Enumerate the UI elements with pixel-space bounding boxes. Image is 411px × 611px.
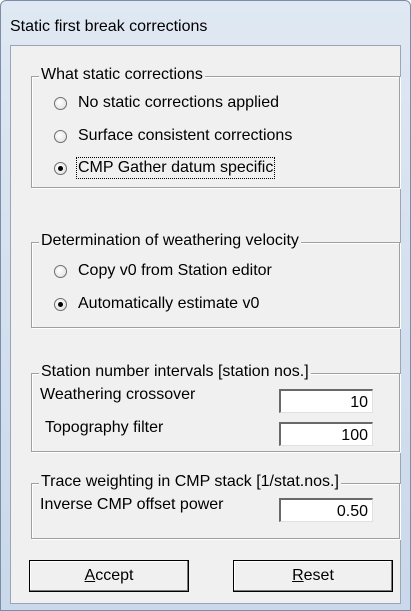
radio-button-checked-icon[interactable]	[54, 297, 67, 311]
radio-surface-consistent[interactable]: Surface consistent corrections	[54, 126, 292, 146]
radio-label: Surface consistent corrections	[78, 127, 293, 144]
inverse-offset-power-input[interactable]: 0.50	[279, 498, 373, 522]
radio-button-icon[interactable]	[54, 264, 67, 278]
accept-label: ccept	[95, 567, 134, 584]
radio-cmp-gather[interactable]: CMP Gather datum specific	[54, 157, 276, 179]
accept-mnemonic: A	[84, 567, 96, 584]
accept-button[interactable]: Accept	[29, 560, 189, 592]
window-title: Static first break corrections	[10, 18, 208, 35]
title-bar[interactable]: Static first break corrections	[1, 1, 410, 35]
weathering-velocity-legend: Determination of weathering velocity	[39, 232, 301, 250]
station-intervals-legend: Station number intervals [station nos.]	[39, 363, 311, 381]
radio-copy-v0[interactable]: Copy v0 from Station editor	[54, 261, 272, 281]
inverse-offset-power-label: Inverse CMP offset power	[40, 496, 224, 513]
station-intervals-group: Station number intervals [station nos.] …	[31, 363, 400, 452]
radio-no-static[interactable]: No static corrections applied	[54, 93, 279, 113]
reset-label: eset	[303, 567, 334, 584]
radio-button-icon[interactable]	[54, 129, 67, 143]
radio-label: No static corrections applied	[78, 94, 279, 111]
trace-weighting-group: Trace weighting in CMP stack [1/stat.nos…	[31, 473, 400, 539]
dialog-client-area: What static corrections No static correc…	[10, 45, 401, 604]
radio-auto-estimate[interactable]: Automatically estimate v0	[54, 294, 259, 314]
topography-filter-input[interactable]: 100	[279, 422, 373, 446]
radio-label: CMP Gather datum specific	[75, 157, 276, 179]
weathering-velocity-group: Determination of weathering velocity Cop…	[31, 232, 400, 328]
weathering-crossover-input[interactable]: 10	[279, 389, 373, 413]
topography-filter-label: Topography filter	[45, 419, 164, 436]
trace-weighting-legend: Trace weighting in CMP stack [1/stat.nos…	[39, 473, 341, 491]
reset-mnemonic: R	[292, 567, 304, 584]
radio-button-icon[interactable]	[54, 96, 67, 110]
weathering-crossover-label: Weathering crossover	[40, 386, 196, 403]
radio-label: Automatically estimate v0	[78, 295, 260, 312]
radio-button-checked-icon[interactable]	[54, 161, 67, 175]
reset-button[interactable]: Reset	[233, 560, 393, 592]
static-corrections-group: What static corrections No static correc…	[31, 66, 400, 188]
dialog-window: Static first break corrections What stat…	[0, 0, 411, 611]
radio-label: Copy v0 from Station editor	[78, 262, 272, 279]
static-corrections-legend: What static corrections	[39, 66, 205, 84]
